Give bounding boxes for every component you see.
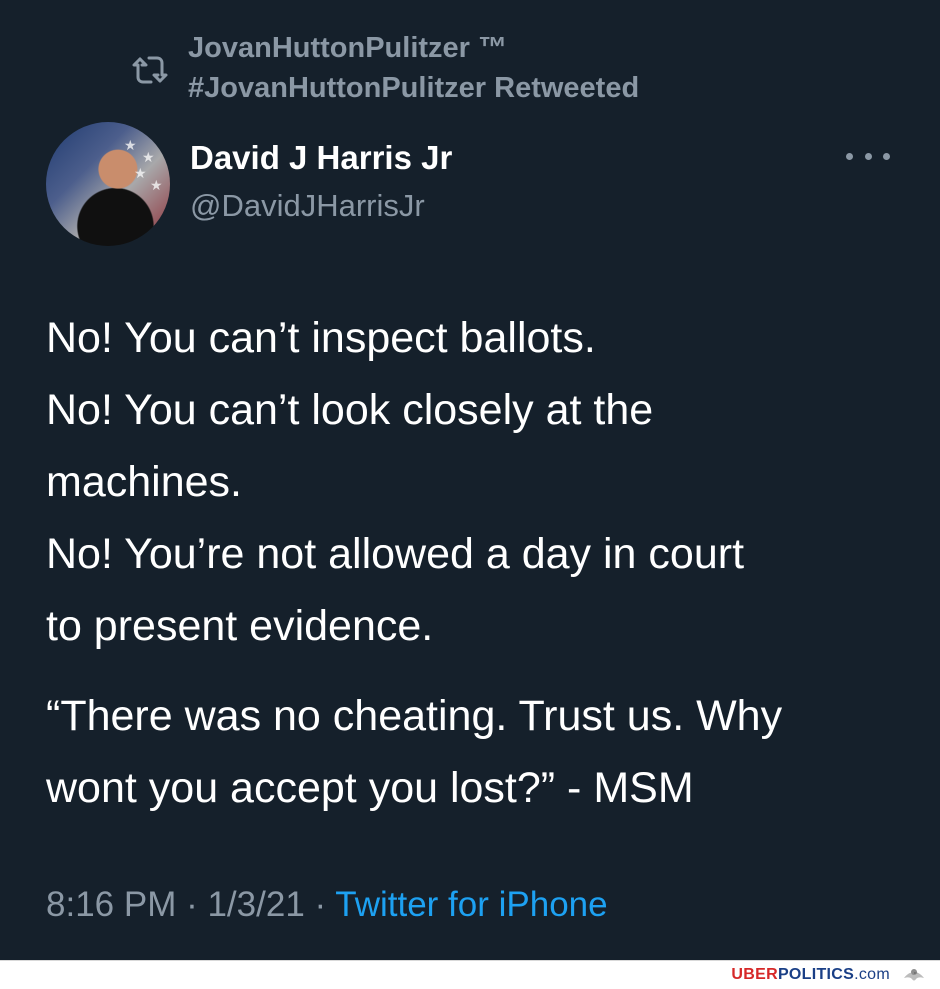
more-icon	[864, 152, 872, 160]
site-brand[interactable]: UBERPOLITICS.com	[731, 966, 890, 984]
handle[interactable]: @DavidJHarrisJr	[190, 186, 452, 226]
display-name[interactable]: David J Harris Jr	[190, 138, 452, 178]
tweet-source-link[interactable]: Twitter for iPhone	[335, 885, 607, 924]
brand-uber: UBER	[731, 966, 778, 983]
star-icon: ★	[142, 149, 155, 165]
retweet-header: JovanHuttonPulitzer ™ #JovanHuttonPulitz…	[130, 28, 639, 108]
avatar[interactable]: ★ ★ ★ ★	[46, 122, 170, 246]
brand-com: .com	[854, 966, 890, 983]
star-icon: ★	[150, 177, 163, 193]
meta-separator: ·	[176, 885, 208, 924]
author-names: David J Harris Jr @DavidJHarrisJr	[190, 138, 452, 226]
star-icon: ★	[124, 137, 137, 153]
tweet-text: No! You can’t inspect ballots. No! You c…	[46, 302, 906, 824]
retweeter-name[interactable]: JovanHuttonPulitzer ™	[188, 28, 639, 68]
retweeted-label[interactable]: #JovanHuttonPulitzer Retweeted	[188, 68, 639, 108]
brand-politics: POLITICS	[777, 966, 855, 983]
more-button[interactable]	[846, 144, 890, 168]
eagle-icon	[904, 969, 924, 981]
more-icon	[883, 152, 890, 160]
tweet-author: ★ ★ ★ ★ David J Harris Jr @DavidJHarrisJ…	[46, 120, 906, 250]
tweet-time[interactable]: 8:16 PM	[46, 885, 176, 924]
tweet-card: JovanHuttonPulitzer ™ #JovanHuttonPulitz…	[0, 0, 940, 960]
tweet-paragraph-2: “There was no cheating. Trust us. Why wo…	[46, 692, 783, 812]
star-icon: ★	[134, 165, 147, 181]
more-icon	[846, 152, 853, 160]
meta-separator: ·	[304, 885, 336, 924]
tweet-meta: 8:16 PM · 1/3/21 · Twitter for iPhone	[46, 880, 608, 930]
retweet-context: JovanHuttonPulitzer ™ #JovanHuttonPulitz…	[188, 28, 639, 108]
watermark-footer: UBERPOLITICS.com	[0, 960, 940, 989]
retweet-icon	[132, 56, 168, 84]
tweet-date[interactable]: 1/3/21	[207, 885, 304, 924]
tweet-paragraph-1: No! You can’t inspect ballots. No! You c…	[46, 314, 745, 650]
